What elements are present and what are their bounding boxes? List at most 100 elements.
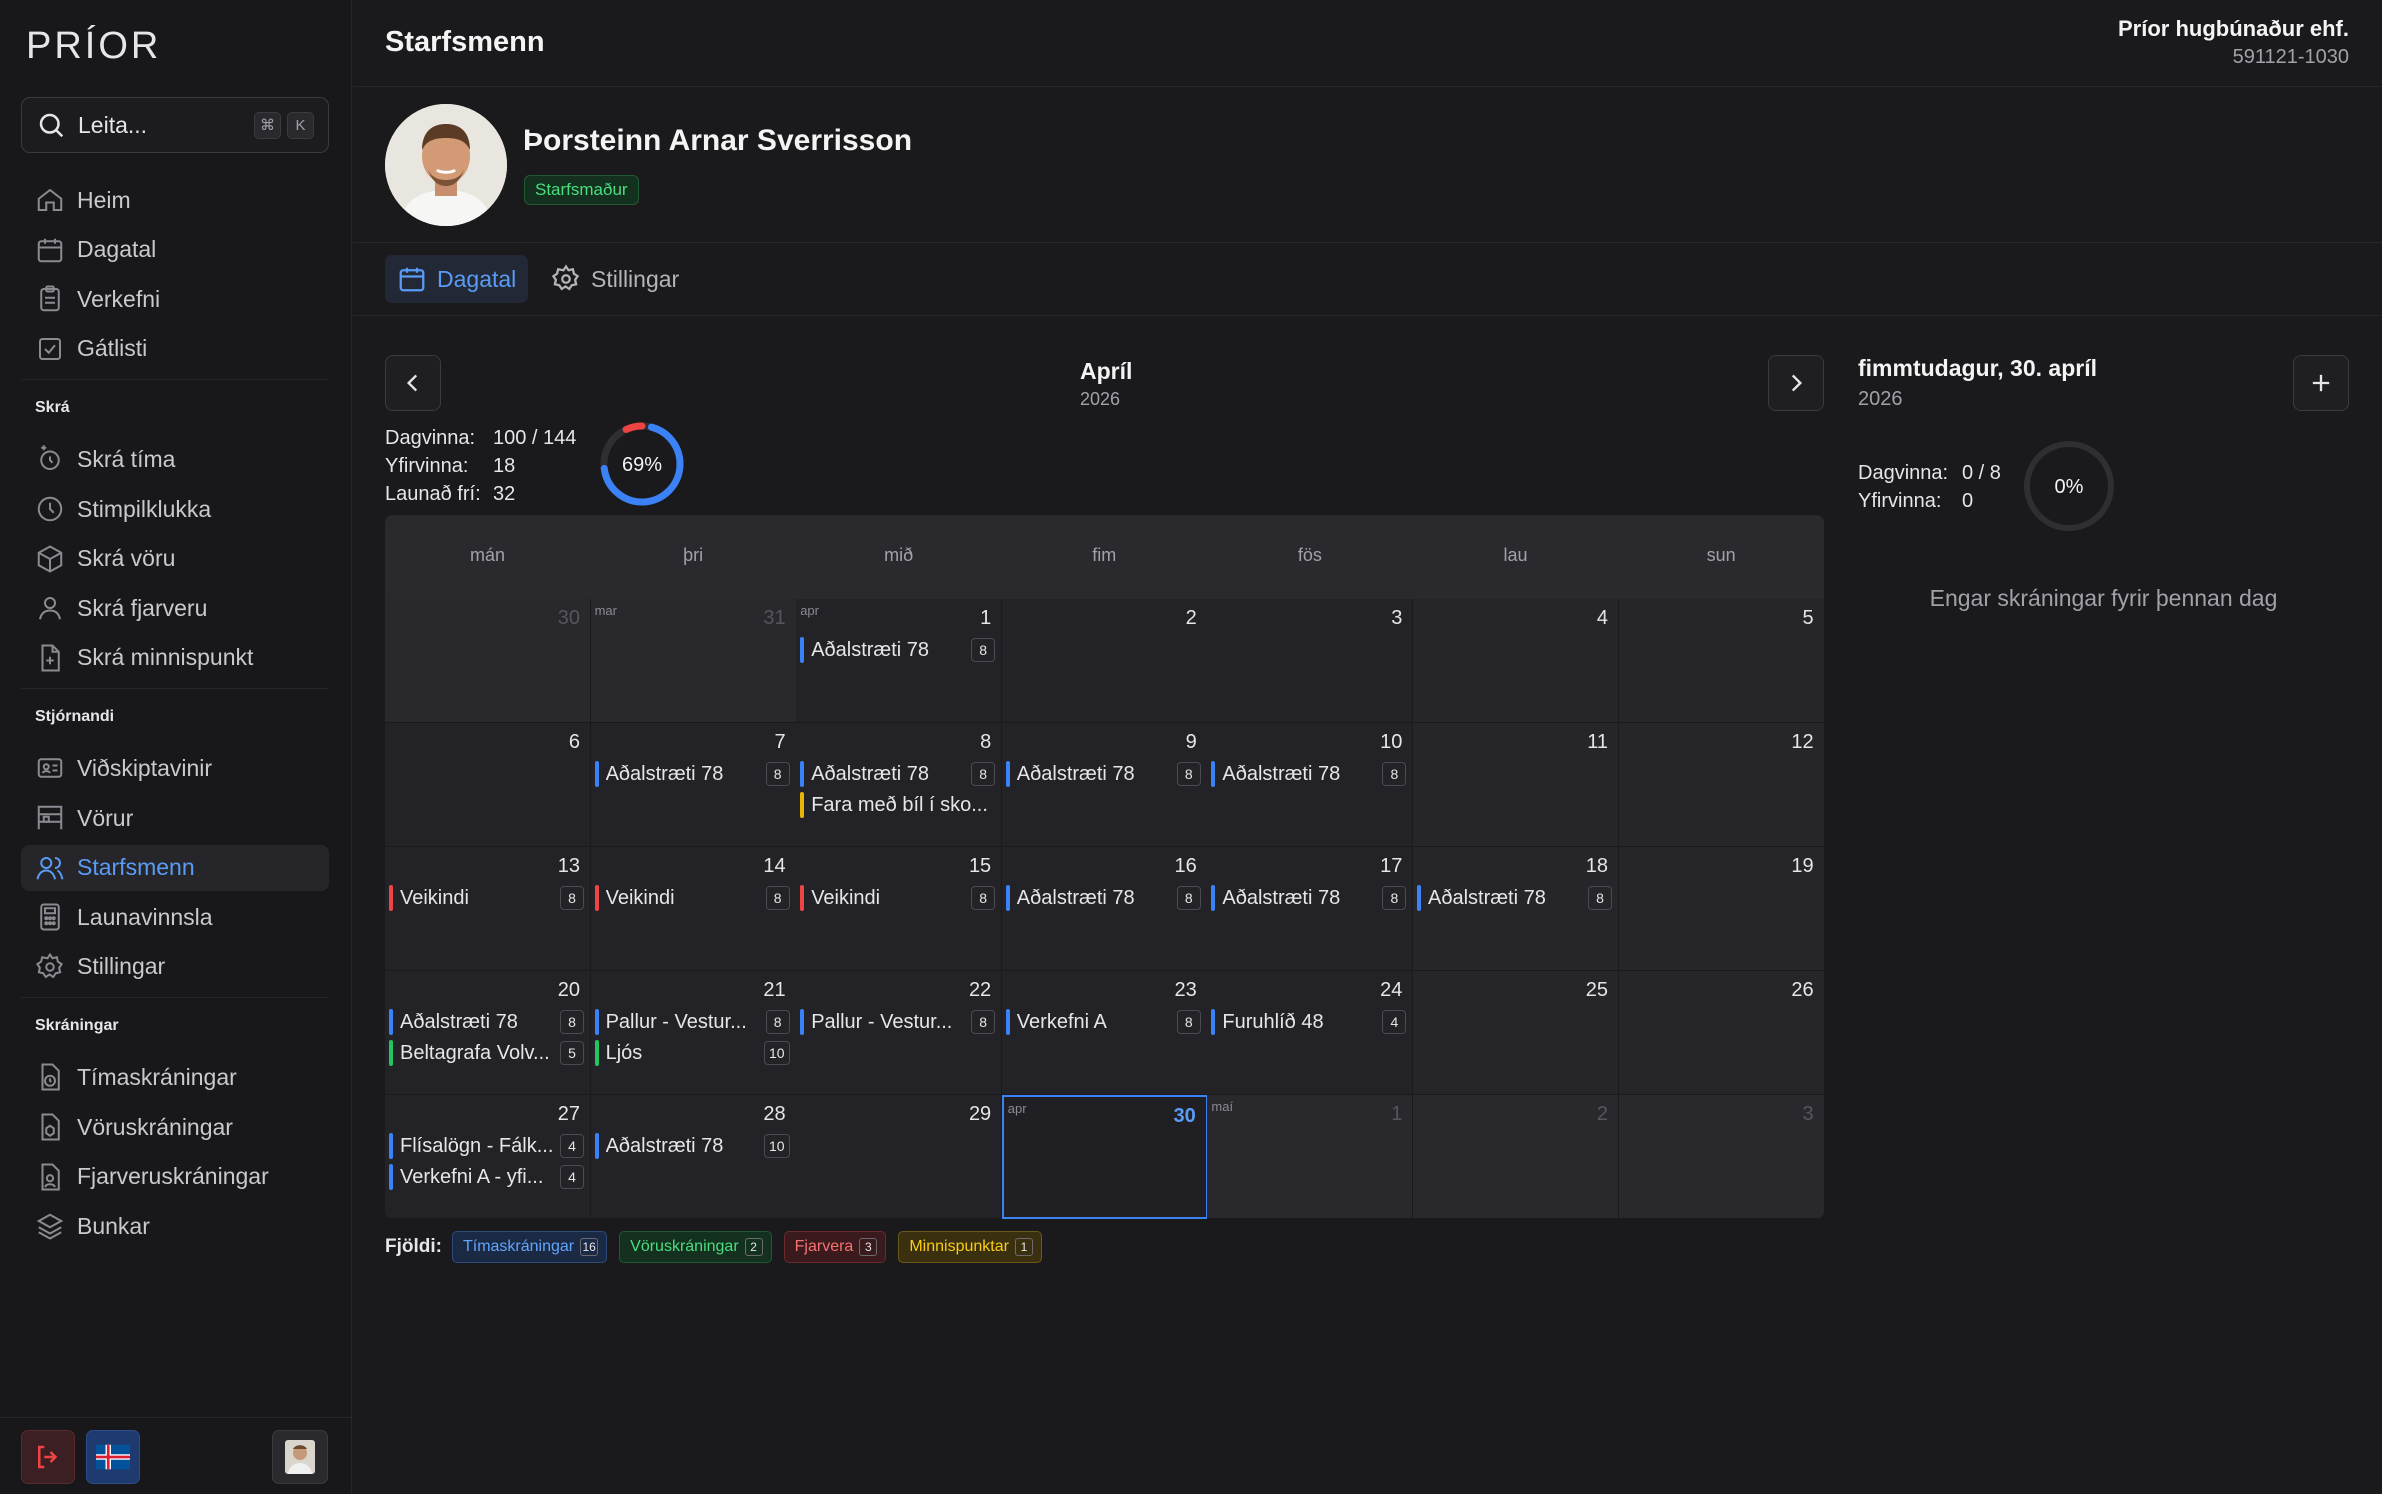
calendar-day-cell[interactable]: 5 (1618, 599, 1824, 723)
stat-value: 32 (493, 483, 516, 505)
event-title: Furuhlíð 48 (1222, 1010, 1324, 1033)
calendar-event[interactable]: Veikindi 8 (800, 884, 996, 912)
calendar-day-cell[interactable]: 3 (1207, 599, 1414, 723)
calendar-event[interactable]: Pallur - Vestur... 8 (594, 1008, 790, 1036)
calendar-day-cell[interactable]: 6 (385, 723, 591, 847)
calendar-day-cell[interactable]: 14 Veikindi 8 (590, 847, 797, 971)
calendar-event[interactable]: Aðalstræti 78 8 (1211, 884, 1407, 912)
calendar-event[interactable]: Aðalstræti 78 8 (1005, 760, 1201, 788)
calendar-event[interactable]: Beltagrafa Volv... 5 (389, 1039, 584, 1067)
add-entry-button[interactable] (2293, 355, 2349, 411)
calendar-event[interactable]: Aðalstræti 78 8 (1211, 760, 1407, 788)
sidebar-item-stimpilklukka[interactable]: Stimpilklukka (21, 486, 329, 532)
tab-calendar[interactable]: Dagatal (385, 255, 529, 303)
calendar-event[interactable]: Pallur - Vestur... 8 (800, 1008, 996, 1036)
calendar-event[interactable]: Verkefni A - yfi... 4 (389, 1163, 584, 1191)
calendar-day-cell[interactable]: 28 Aðalstræti 78 10 (590, 1095, 797, 1219)
event-color-bar (1211, 1009, 1216, 1035)
language-button[interactable] (86, 1430, 140, 1484)
calendar-event[interactable]: Verkefni A 8 (1005, 1008, 1201, 1036)
users-icon (36, 856, 64, 880)
event-color-bar (800, 637, 805, 663)
calendar-day-cell[interactable]: 9 Aðalstræti 78 8 (1001, 723, 1208, 847)
sidebar-item-vöruskráningar[interactable]: Vöruskráningar (21, 1104, 329, 1150)
calendar-day-cell[interactable]: 26 (1618, 971, 1824, 1095)
app-logo[interactable]: PRÍOR (26, 18, 166, 66)
shortcut-key-k: K (287, 111, 314, 139)
day-number: 27 (557, 1103, 580, 1125)
calendar-event[interactable]: Aðalstræti 78 8 (800, 636, 996, 664)
calendar-day-cell[interactable]: apr 1 Aðalstræti 78 8 (796, 599, 1003, 723)
calendar-day-cell[interactable]: apr 30 (1001, 1095, 1208, 1219)
calendar-event[interactable]: Aðalstræti 78 8 (1005, 884, 1201, 912)
calendar-event[interactable]: Veikindi 8 (389, 884, 584, 912)
legend-pill: Tímaskráningar 16 (451, 1231, 608, 1263)
calendar-day-cell[interactable]: 16 Aðalstræti 78 8 (1001, 847, 1208, 971)
sidebar-item-verkefni[interactable]: Verkefni (21, 276, 329, 322)
sidebar-item-fjarveruskráningar[interactable]: Fjarveruskráningar (21, 1154, 329, 1200)
sidebar-item-label: Skrá fjarveru (77, 594, 208, 621)
calendar-day-cell[interactable]: 23 Verkefni A 8 (1001, 971, 1208, 1095)
user-menu-button[interactable] (272, 1430, 328, 1484)
stat-value: 18 (493, 455, 516, 477)
calendar-event[interactable]: Ljós 10 (594, 1039, 790, 1067)
calendar-day-cell[interactable]: 10 Aðalstræti 78 8 (1207, 723, 1414, 847)
calendar-event[interactable]: Aðalstræti 78 10 (594, 1132, 790, 1160)
calendar-event[interactable]: Aðalstræti 78 8 (594, 760, 790, 788)
calendar-day-cell[interactable]: 30 (385, 599, 591, 723)
calendar-day-cell[interactable]: 3 (1618, 1095, 1824, 1219)
calendar-day-cell[interactable]: 24 Furuhlíð 48 4 (1207, 971, 1414, 1095)
next-month-button[interactable] (1768, 355, 1824, 411)
sidebar-item-skrá-vöru[interactable]: Skrá vöru (21, 536, 329, 582)
sidebar-item-skrá-tíma[interactable]: Skrá tíma (21, 436, 329, 482)
calendar-day-cell[interactable]: maí 1 (1207, 1095, 1414, 1219)
calendar-day-cell[interactable]: 19 (1618, 847, 1824, 971)
stat-launad-fri: Launað frí: 32 (385, 480, 576, 508)
sidebar-item-viðskiptavinir[interactable]: Viðskiptavinir (21, 745, 329, 791)
calendar-day-cell[interactable]: mar 31 (590, 599, 797, 723)
time-file-icon (41, 1063, 60, 1091)
calendar-day-cell[interactable]: 4 (1413, 599, 1619, 723)
prev-month-button[interactable] (385, 355, 441, 411)
calendar-event[interactable]: Aðalstræti 78 8 (1417, 884, 1612, 912)
calendar-day-cell[interactable]: 27 Flísalögn - Fálk... 4 Verkefni A - yfi..… (385, 1095, 591, 1219)
calendar-day-cell[interactable]: 20 Aðalstræti 78 8 Beltagrafa Volv... 5 (385, 971, 591, 1095)
logout-button[interactable] (21, 1430, 75, 1484)
calendar-event[interactable]: Flísalögn - Fálk... 4 (389, 1132, 584, 1160)
calendar-day-cell[interactable]: 21 Pallur - Vestur... 8 Ljós 10 (590, 971, 797, 1095)
calendar-day-cell[interactable]: 25 (1413, 971, 1619, 1095)
calendar-day-cell[interactable]: 2 (1001, 599, 1208, 723)
search-input[interactable]: Leita... ⌘ K (21, 97, 329, 153)
calendar-event[interactable]: Veikindi 8 (594, 884, 790, 912)
event-hours: 8 (971, 762, 996, 786)
calendar-day-cell[interactable]: 8 Aðalstræti 78 8 Fara með bíl í sko... (796, 723, 1003, 847)
calendar-day-cell[interactable]: 11 (1413, 723, 1619, 847)
sidebar-item-heim[interactable]: Heim (21, 177, 329, 223)
sidebar-item-starfsmenn[interactable]: Starfsmenn (21, 844, 329, 891)
sidebar-item-dagatal[interactable]: Dagatal (21, 227, 329, 273)
calendar-day-cell[interactable]: 18 Aðalstræti 78 8 (1413, 847, 1619, 971)
sidebar-item-gátlisti[interactable]: Gátlisti (21, 326, 329, 372)
calendar-day-cell[interactable]: 17 Aðalstræti 78 8 (1207, 847, 1414, 971)
tab-settings[interactable]: Stillingar (539, 255, 691, 303)
calendar-day-cell[interactable]: 7 Aðalstræti 78 8 (590, 723, 797, 847)
calendar-day-cell[interactable]: 13 Veikindi 8 (385, 847, 591, 971)
sidebar-item-tímaskráningar[interactable]: Tímaskráningar (21, 1054, 329, 1100)
weekday-label: fös (1297, 545, 1322, 565)
calendar-event[interactable]: Aðalstræti 78 8 (389, 1008, 584, 1036)
calendar-event[interactable]: Fara með bíl í sko... (800, 791, 995, 819)
calendar-day-cell[interactable]: 15 Veikindi 8 (796, 847, 1003, 971)
calendar-event[interactable]: Aðalstræti 78 8 (800, 760, 996, 788)
day-stat-dagvinna: Dagvinna: 0 / 8 (1858, 459, 2001, 487)
sidebar-item-bunkar[interactable]: Bunkar (21, 1203, 329, 1249)
calendar-event[interactable]: Furuhlíð 48 4 (1211, 1008, 1407, 1036)
sidebar-item-stillingar[interactable]: Stillingar (21, 944, 329, 990)
calendar-day-cell[interactable]: 29 (796, 1095, 1003, 1219)
calendar-day-cell[interactable]: 22 Pallur - Vestur... 8 (796, 971, 1003, 1095)
calendar-day-cell[interactable]: 12 (1618, 723, 1824, 847)
sidebar-item-launavinnsla[interactable]: Launavinnsla (21, 894, 329, 940)
sidebar-item-skrá-minnispunkt[interactable]: Skrá minnispunkt (21, 635, 329, 681)
sidebar-item-vörur[interactable]: Vörur (21, 795, 329, 841)
calendar-day-cell[interactable]: 2 (1413, 1095, 1619, 1219)
sidebar-item-skrá-fjarveru[interactable]: Skrá fjarveru (21, 585, 329, 631)
